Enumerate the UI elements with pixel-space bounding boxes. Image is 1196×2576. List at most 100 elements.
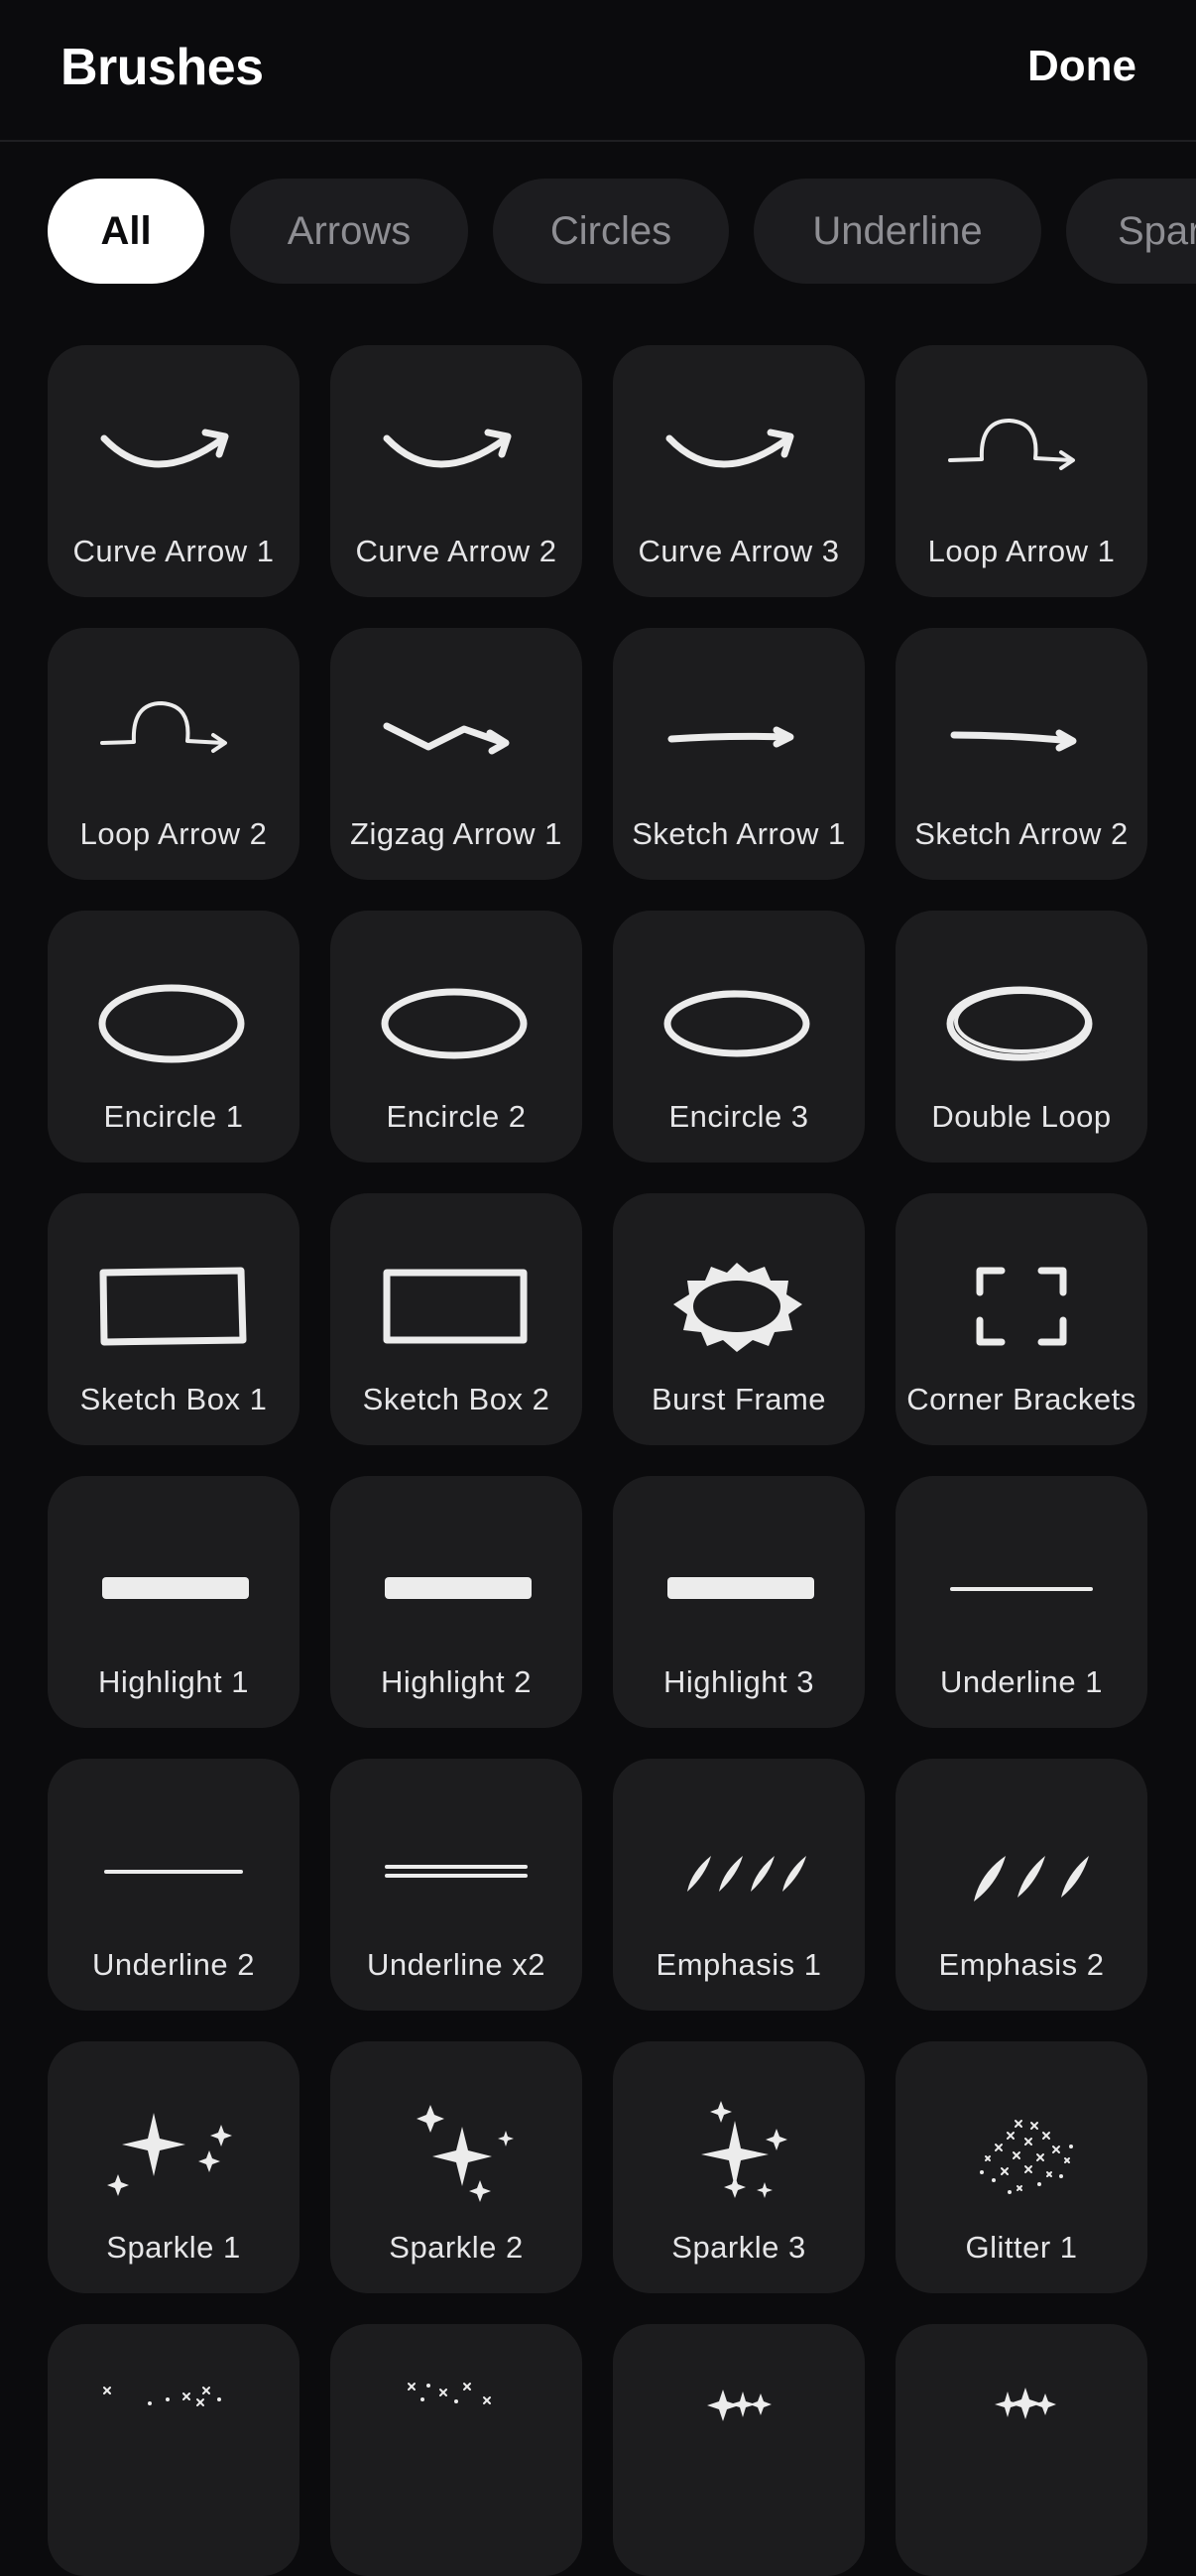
filter-chip-all[interactable]: All	[48, 179, 204, 284]
brush-tile[interactable]: Sketch Box 1	[48, 1193, 299, 1445]
sparkle-icon	[417, 2105, 514, 2202]
glitter-icon	[103, 2387, 221, 2406]
brush-tile[interactable]: Zigzag Arrow 1	[330, 628, 582, 880]
sketch-arrow-icon	[667, 726, 794, 748]
brush-label: Loop Arrow 1	[927, 534, 1116, 568]
brush-tile[interactable]: Encircle 2	[330, 911, 582, 1163]
highlight-icon	[102, 1577, 249, 1599]
brush-tile[interactable]: Sketch Arrow 2	[896, 628, 1147, 880]
brush-label: Glitter 1	[965, 2230, 1078, 2265]
brush-label: Highlight 3	[663, 1664, 814, 1699]
brush-tile[interactable]: Loop Arrow 2	[48, 628, 299, 880]
brush-label: Sketch Arrow 1	[632, 816, 846, 851]
brush-grid: Curve Arrow 1 Curve Arrow 2 Curve Arrow …	[48, 345, 1147, 2576]
brush-tile[interactable]: Loop Arrow 1	[896, 345, 1147, 597]
brush-tile[interactable]: Highlight 2	[330, 1476, 582, 1728]
brush-tile[interactable]: Highlight 3	[613, 1476, 865, 1728]
brush-label: Emphasis 2	[938, 1947, 1105, 1982]
sketch-box-icon	[383, 1269, 528, 1344]
sparkle-row-icon	[995, 2388, 1056, 2419]
brush-tile[interactable]: Emphasis 2	[896, 1759, 1147, 2011]
brush-label: Sparkle 2	[389, 2230, 524, 2265]
highlight-icon	[385, 1577, 532, 1599]
brush-tile[interactable]: Sparkle 2	[330, 2041, 582, 2293]
brush-tile[interactable]	[330, 2324, 582, 2576]
loop-arrow-icon	[948, 419, 1075, 470]
brush-label: Sparkle 1	[106, 2230, 241, 2265]
brush-label: Curve Arrow 3	[638, 534, 840, 568]
brush-label: Zigzag Arrow 1	[350, 816, 562, 851]
brush-label: Burst Frame	[651, 1382, 827, 1416]
sketch-box-icon	[99, 1267, 247, 1346]
corner-brackets-icon	[976, 1267, 1067, 1346]
filter-chip-arrows[interactable]: Arrows	[230, 179, 468, 284]
encircle-icon	[98, 984, 245, 1063]
curve-arrow-icon	[100, 429, 229, 468]
brush-label: Curve Arrow 1	[72, 534, 275, 568]
loop-arrow-icon	[100, 701, 227, 753]
page-title: Brushes	[60, 39, 264, 96]
brush-label: Encircle 1	[103, 1099, 244, 1134]
brush-tile[interactable]: Emphasis 1	[613, 1759, 865, 2011]
burst-frame-icon	[673, 1263, 802, 1352]
brush-tile[interactable]: Underline 1	[896, 1476, 1147, 1728]
brush-tile[interactable]: Encircle 3	[613, 911, 865, 1163]
brush-tile[interactable]: Corner Brackets	[896, 1193, 1147, 1445]
sparkle-icon	[107, 2113, 232, 2196]
top-bar: Brushes Done	[0, 0, 1196, 142]
glitter-icon	[408, 2383, 491, 2404]
brush-tile[interactable]: Sketch Box 2	[330, 1193, 582, 1445]
emphasis-icon	[687, 1856, 806, 1892]
brush-tile[interactable]: Highlight 1	[48, 1476, 299, 1728]
brush-tile[interactable]	[613, 2324, 865, 2576]
done-button[interactable]: Done	[1027, 42, 1136, 91]
highlight-icon	[667, 1577, 814, 1599]
brush-label: Encircle 3	[668, 1099, 809, 1134]
brush-tile[interactable]: Curve Arrow 2	[330, 345, 582, 597]
underline-icon	[104, 1870, 243, 1874]
curve-arrow-icon	[665, 429, 794, 468]
brush-tile[interactable]: Double Loop	[896, 911, 1147, 1163]
curve-arrow-icon	[383, 429, 512, 468]
brush-label: Emphasis 1	[656, 1947, 822, 1982]
filter-bar: All Arrows Circles Underline Sparkles	[0, 179, 1196, 286]
brush-label: Underline x2	[366, 1947, 546, 1982]
sketch-arrow-icon	[950, 729, 1077, 752]
filter-chip-sparkles[interactable]: Sparkles	[1066, 179, 1196, 284]
sparkle-icon	[701, 2101, 787, 2198]
brush-tile[interactable]: Curve Arrow 1	[48, 345, 299, 597]
brush-label: Highlight 2	[381, 1664, 532, 1699]
brush-tile[interactable]: Underline x2	[330, 1759, 582, 2011]
brush-label: Underline 2	[91, 1947, 256, 1982]
emphasis-icon	[974, 1856, 1089, 1901]
zigzag-arrow-icon	[383, 722, 510, 755]
brush-tile[interactable]: Curve Arrow 3	[613, 345, 865, 597]
brush-label: Sketch Box 2	[362, 1382, 550, 1416]
filter-chip-circles[interactable]: Circles	[493, 179, 729, 284]
brush-label: Corner Brackets	[906, 1382, 1136, 1416]
brush-label: Highlight 1	[98, 1664, 249, 1699]
double-loop-icon	[946, 986, 1093, 1061]
brush-tile[interactable]: Underline 2	[48, 1759, 299, 2011]
brush-label: Sketch Box 1	[79, 1382, 268, 1416]
encircle-icon	[381, 988, 528, 1059]
glitter-icon	[980, 2120, 1073, 2194]
sparkle-row-icon	[707, 2390, 772, 2421]
underline-icon	[950, 1587, 1093, 1591]
brush-tile[interactable]: Sketch Arrow 1	[613, 628, 865, 880]
brush-label: Double Loop	[931, 1099, 1112, 1134]
brush-tile[interactable]	[48, 2324, 299, 2576]
brush-tile[interactable]: Glitter 1	[896, 2041, 1147, 2293]
brush-label: Encircle 2	[386, 1099, 527, 1134]
double-underline-icon	[385, 1865, 528, 1878]
brush-tile[interactable]: Sparkle 1	[48, 2041, 299, 2293]
brush-label: Loop Arrow 2	[79, 816, 268, 851]
brush-tile[interactable]: Encircle 1	[48, 911, 299, 1163]
filter-chip-underline[interactable]: Underline	[754, 179, 1041, 284]
brush-tile[interactable]: Sparkle 3	[613, 2041, 865, 2293]
brush-tile[interactable]: Burst Frame	[613, 1193, 865, 1445]
brush-tile[interactable]	[896, 2324, 1147, 2576]
encircle-icon	[663, 990, 810, 1057]
brush-label: Sketch Arrow 2	[914, 816, 1129, 851]
brush-label: Sparkle 3	[671, 2230, 806, 2265]
